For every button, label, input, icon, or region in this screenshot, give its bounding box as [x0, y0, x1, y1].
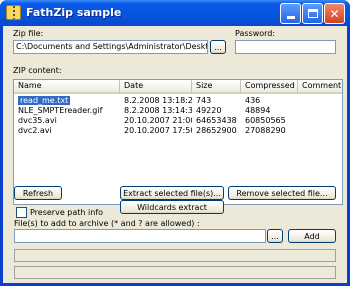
- maximize-button[interactable]: [302, 3, 323, 24]
- row-size: 743: [196, 96, 212, 105]
- row-compressed: 436: [245, 96, 261, 105]
- close-icon: ✕: [329, 6, 340, 21]
- row-compressed: 48894: [245, 106, 271, 115]
- row-comment: [298, 116, 342, 126]
- remove-selected-button[interactable]: Remove selected file...: [228, 186, 336, 200]
- column-header-name[interactable]: Name: [14, 80, 120, 94]
- zip-file-browse-button[interactable]: ...: [210, 40, 226, 54]
- add-files-input[interactable]: [14, 229, 266, 243]
- status-bar-secondary: [14, 266, 336, 279]
- row-name: read_me.txt: [18, 96, 71, 105]
- row-comment: [298, 96, 342, 106]
- column-header-comment[interactable]: Comment: [298, 80, 342, 94]
- column-header-date[interactable]: Date: [120, 80, 192, 94]
- row-compressed: 27088290: [245, 126, 286, 135]
- main-window: FathZip sample ✕ Zip file: C:\Documents …: [0, 0, 350, 286]
- minimize-icon: [286, 16, 295, 19]
- password-input[interactable]: [235, 40, 336, 54]
- row-size: 28652900: [196, 126, 237, 135]
- column-header-size[interactable]: Size: [192, 80, 241, 94]
- extract-selected-button[interactable]: Extract selected file(s)...: [120, 186, 224, 200]
- row-size: 64653438: [196, 116, 237, 125]
- row-name: dvc2.avi: [18, 126, 52, 135]
- zip-file-input[interactable]: C:\Documents and Settings\Administrator\…: [13, 40, 208, 54]
- row-name: dvc35.avi: [18, 116, 57, 125]
- row-name: NLE_SMPTEreader.gif: [18, 106, 103, 115]
- add-button[interactable]: Add: [288, 229, 336, 243]
- row-size: 49220: [196, 106, 222, 115]
- column-header-compressed[interactable]: Compressed: [241, 80, 298, 94]
- row-name-cell: read_me.txt: [14, 96, 120, 106]
- window-title: FathZip sample: [26, 6, 122, 19]
- row-date: 8.2.2008 13:18:28: [124, 96, 192, 105]
- row-date: 8.2.2008 13:14:32: [124, 106, 192, 115]
- list-header: Name Date Size Compressed Comment: [14, 80, 342, 94]
- close-button[interactable]: ✕: [324, 3, 345, 24]
- status-bar-primary: [14, 249, 336, 262]
- add-files-browse-button[interactable]: ...: [267, 229, 283, 243]
- add-files-label: File(s) to add to archive (* and ? are a…: [14, 219, 200, 228]
- zip-folder-icon: [6, 5, 21, 20]
- zip-content-label: ZIP content:: [13, 66, 62, 75]
- table-row[interactable]: dvc35.avi 20.10.2007 21:00:... 64653438 …: [14, 116, 342, 126]
- table-row[interactable]: read_me.txt 8.2.2008 13:18:28 743 436: [14, 96, 342, 106]
- preserve-path-label: Preserve path info: [30, 208, 104, 217]
- row-comment: [298, 106, 342, 116]
- row-date: 20.10.2007 21:00:...: [124, 116, 192, 125]
- row-comment: [298, 126, 342, 136]
- table-row[interactable]: dvc2.avi 20.10.2007 17:50:... 28652900 2…: [14, 126, 342, 136]
- maximize-icon: [307, 9, 318, 18]
- row-compressed: 60850565: [245, 116, 286, 125]
- client-area: Zip file: C:\Documents and Settings\Admi…: [3, 26, 347, 283]
- minimize-button[interactable]: [280, 3, 301, 24]
- password-label: Password:: [235, 29, 276, 38]
- wildcards-extract-button[interactable]: Wildcards extract: [120, 200, 224, 214]
- refresh-button[interactable]: Refresh: [14, 186, 62, 200]
- table-row[interactable]: NLE_SMPTEreader.gif 8.2.2008 13:14:32 49…: [14, 106, 342, 116]
- preserve-path-checkbox[interactable]: [16, 207, 27, 218]
- title-bar[interactable]: FathZip sample ✕: [0, 0, 350, 26]
- zip-file-label: Zip file:: [13, 29, 44, 38]
- row-date: 20.10.2007 17:50:...: [124, 126, 192, 135]
